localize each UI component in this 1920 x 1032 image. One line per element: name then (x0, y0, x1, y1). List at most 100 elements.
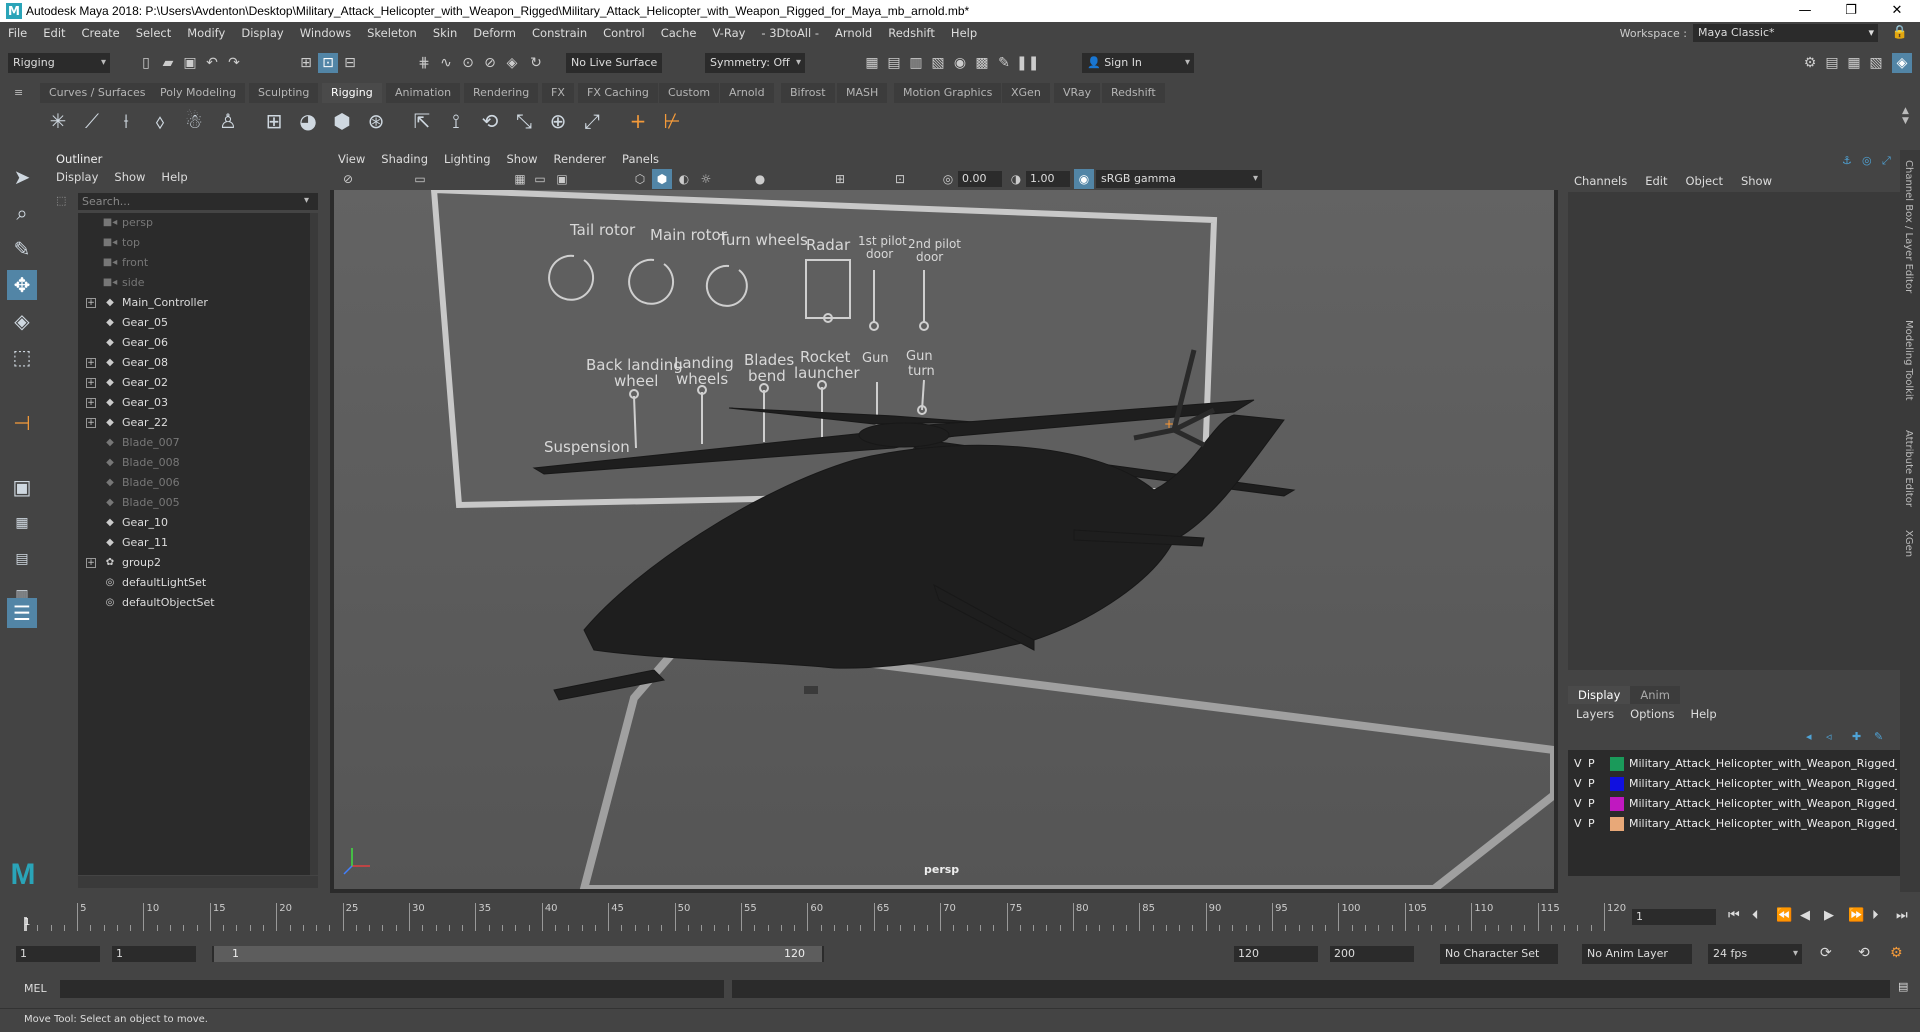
outliner-item[interactable]: + ◆ Gear_08 (78, 353, 306, 373)
move-layer-down-icon[interactable]: ◃ (1826, 730, 1832, 743)
expand-icon[interactable]: + (86, 398, 96, 408)
move-tool-icon[interactable]: ✥ (7, 270, 37, 300)
pin-icon[interactable]: ⤢ (1882, 154, 1891, 168)
outliner-item[interactable]: ■◂ front (78, 253, 306, 273)
xray-icon[interactable]: ⊡ (890, 169, 910, 189)
outliner-item[interactable]: ◆ Gear_11 (78, 533, 306, 553)
outliner-horizontal-scrollbar[interactable] (78, 876, 318, 888)
camera-select-icon[interactable]: ⊘ (338, 169, 358, 189)
ipr-render-icon[interactable]: ▥ (906, 53, 926, 73)
auto-key-icon[interactable]: ⟲ (1858, 945, 1870, 961)
expand-icon[interactable]: + (86, 378, 96, 388)
outliner-layout-icon[interactable]: ☰ (7, 598, 37, 628)
command-input[interactable] (60, 980, 724, 998)
expand-icon[interactable]: + (86, 558, 96, 568)
layers-menu[interactable]: Layers (1576, 707, 1614, 721)
menu-skin[interactable]: Skin (425, 26, 465, 40)
channels-menu[interactable]: Channels (1574, 174, 1627, 188)
aim-constraint-icon[interactable]: ⟟ (442, 107, 470, 135)
outliner-item[interactable]: ◆ Blade_005 (78, 493, 306, 513)
scale-tool-icon[interactable]: ⬚ (7, 342, 37, 372)
resolution-gate-icon[interactable]: ▣ (552, 169, 572, 189)
render-settings-icon[interactable]: ▧ (928, 53, 948, 73)
live-surface-field[interactable]: No Live Surface (566, 53, 662, 73)
viewport-menu-renderer[interactable]: Renderer (546, 152, 615, 166)
render-view-icon[interactable]: ▩ (972, 53, 992, 73)
hypershade-icon[interactable]: ◉ (950, 53, 970, 73)
outliner-menu-display[interactable]: Display (56, 170, 98, 184)
color-space-dropdown[interactable]: sRGB gamma ▾ (1096, 170, 1262, 188)
outliner-item[interactable]: ◎ defaultLightSet (78, 573, 306, 593)
snap-grid-icon[interactable]: ⋕ (414, 53, 434, 73)
scale-constraint-icon[interactable]: ⤡ (510, 107, 538, 135)
display-layer-row[interactable]: V P Military_Attack_Helicopter_with_Weapon… (1568, 794, 1898, 814)
outliner-search-input[interactable]: Search... (78, 193, 318, 210)
four-view-layout-icon[interactable]: ▦ (7, 508, 37, 538)
outliner-item[interactable]: + ◆ Main_Controller (78, 293, 306, 313)
symmetry-dropdown[interactable]: Symmetry: Off ▾ (705, 53, 805, 73)
lights-icon[interactable]: ☼ (696, 169, 716, 189)
shelf-tab-custom[interactable]: Custom (659, 83, 720, 103)
redo-icon[interactable]: ↷ (224, 53, 244, 73)
outliner-menu-help[interactable]: Help (161, 170, 187, 184)
outliner-item[interactable]: + ◆ Gear_02 (78, 373, 306, 393)
display-layer-row[interactable]: V P Military_Attack_Helicopter_with_Weapon… (1568, 774, 1898, 794)
create-joints-icon[interactable]: ✳ (44, 107, 72, 135)
menu-deform[interactable]: Deform (465, 26, 524, 40)
viewport-menu-shading[interactable]: Shading (373, 152, 436, 166)
menu-constrain[interactable]: Constrain (524, 26, 595, 40)
go-to-end-icon[interactable]: ⏭ (1896, 908, 1908, 923)
close-icon[interactable]: ✕ (1874, 0, 1920, 22)
channel-box-toggle-icon[interactable]: ▤ (1822, 53, 1842, 73)
outliner-item[interactable]: ■◂ top (78, 233, 306, 253)
script-editor-icon[interactable]: ▤ (1898, 980, 1908, 993)
undo-icon[interactable]: ↶ (202, 53, 222, 73)
quick-rig-icon[interactable]: ♙ (214, 107, 242, 135)
go-to-start-icon[interactable]: ⏮ (1728, 908, 1740, 923)
shelf-tab-curves-surfaces[interactable]: Curves / Surfaces (40, 83, 155, 103)
rotate-tool-icon[interactable]: ◈ (7, 306, 37, 336)
range-slider-track[interactable]: 1 120 (212, 946, 824, 962)
menu-3dtoall[interactable]: - 3DtoAll - (753, 26, 827, 40)
menu-help[interactable]: Help (943, 26, 985, 40)
menu-file[interactable]: File (0, 26, 35, 40)
3d-viewport-canvas[interactable]: Tail rotor Main rotor Turn wheels Radar … (334, 190, 1554, 889)
tab-anim-layers[interactable]: Anim (1630, 686, 1680, 704)
shelf-tab-sculpting[interactable]: Sculpting (249, 83, 319, 103)
layer-playback-toggle[interactable]: P (1588, 814, 1595, 834)
color-management-icon[interactable]: ◉ (1074, 169, 1094, 189)
expand-icon[interactable]: + (86, 418, 96, 428)
display-layer-row[interactable]: V P Military_Attack_Helicopter_with_Weapon… (1568, 814, 1898, 834)
gamma-icon[interactable]: ◑ (1006, 169, 1026, 189)
select-object-icon[interactable]: ⊡ (318, 53, 338, 73)
shelf-tab-fx[interactable]: FX (542, 83, 574, 103)
search-options-icon[interactable]: ▾ (304, 195, 309, 206)
outliner-item[interactable]: ◆ Blade_006 (78, 473, 306, 493)
expand-icon[interactable]: + (86, 298, 96, 308)
point-constraint-icon[interactable]: ⇱ (408, 107, 436, 135)
open-scene-icon[interactable]: ▰ (158, 53, 178, 73)
save-scene-icon[interactable]: ▣ (180, 53, 200, 73)
range-slider-handle[interactable] (214, 946, 822, 962)
sidebar-toggle-icon[interactable]: ◈ (1892, 53, 1912, 73)
side-tab-xgen[interactable]: XGen (1903, 530, 1914, 557)
expand-icon[interactable]: + (86, 358, 96, 368)
grid-toggle-icon[interactable]: ▦ (510, 169, 530, 189)
move-layer-up-icon[interactable]: ◂ (1806, 730, 1812, 743)
ik-spline-icon[interactable]: ⟊ (112, 107, 140, 135)
textured-icon[interactable]: ◐ (674, 169, 694, 189)
side-tab-attribute-editor[interactable]: Attribute Editor (1903, 430, 1914, 507)
film-gate-icon[interactable]: ▭ (530, 169, 550, 189)
outliner-item[interactable]: + ◆ Gear_03 (78, 393, 306, 413)
tool-settings-toggle-icon[interactable]: ▧ (1866, 53, 1886, 73)
viewport-menu-lighting[interactable]: Lighting (436, 152, 498, 166)
new-layer-icon[interactable]: ✚ (1852, 730, 1861, 743)
outliner-item[interactable]: ■◂ side (78, 273, 306, 293)
lattice-icon[interactable]: ⊞ (260, 107, 288, 135)
channels-object-menu[interactable]: Object (1686, 174, 1723, 188)
layer-playback-toggle[interactable]: P (1588, 774, 1595, 794)
outliner-item[interactable]: + ✿ group2 (78, 553, 306, 573)
snap-view-icon[interactable]: ⊘ (480, 53, 500, 73)
pause-icon[interactable]: ❚❚ (1016, 53, 1039, 73)
render-frame-icon[interactable]: ▦ (862, 53, 882, 73)
